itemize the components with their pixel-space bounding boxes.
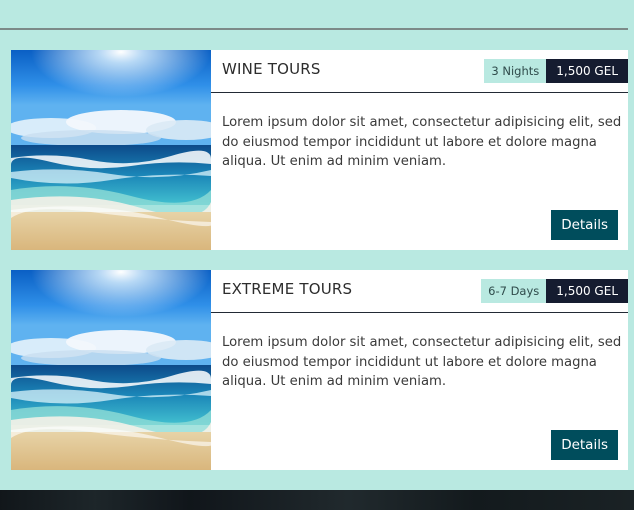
details-button[interactable]: Details [551,430,618,460]
beach-ocean-image [11,50,211,250]
tour-badges: 6-7 Days 1,500 GEL [481,279,628,303]
tour-card: WINE TOURS 3 Nights 1,500 GEL Lorem ipsu… [11,50,628,250]
footer-background [0,490,634,510]
tour-title: WINE TOURS [222,60,321,78]
tour-image[interactable] [11,50,211,250]
details-button[interactable]: Details [551,210,618,240]
tour-image[interactable] [11,270,211,470]
price-badge: 1,500 GEL [546,59,628,83]
beach-ocean-image [11,270,211,470]
footer-texture [0,490,634,510]
tour-description: Lorem ipsum dolor sit amet, consectetur … [222,335,622,389]
tour-description: Lorem ipsum dolor sit amet, consectetur … [222,115,622,169]
tour-badges: 3 Nights 1,500 GEL [484,59,628,83]
top-divider [0,28,628,30]
tour-content: EXTREME TOURS 6-7 Days 1,500 GEL Lorem i… [211,270,628,470]
tour-content: WINE TOURS 3 Nights 1,500 GEL Lorem ipsu… [211,50,628,250]
title-divider [211,92,628,93]
duration-badge: 3 Nights [484,59,547,83]
tour-card: EXTREME TOURS 6-7 Days 1,500 GEL Lorem i… [11,270,628,470]
price-badge: 1,500 GEL [546,279,628,303]
title-divider [211,312,628,313]
duration-badge: 6-7 Days [481,279,547,303]
tour-title: EXTREME TOURS [222,280,353,298]
